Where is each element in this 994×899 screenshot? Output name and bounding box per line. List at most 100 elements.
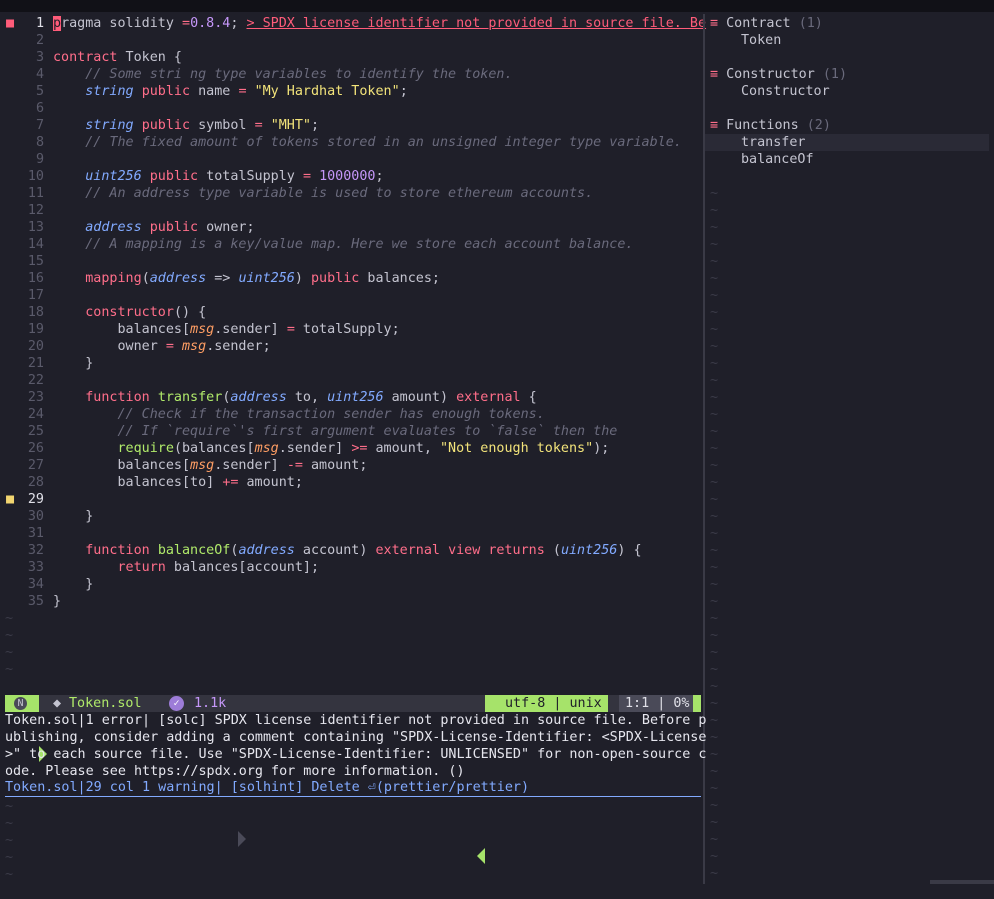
code-text[interactable]: function balanceOf(address account) exte… [53,542,641,559]
code-text[interactable]: address public owner; [53,219,254,236]
line-number: 34 [27,577,44,592]
outline-item[interactable]: Token [705,32,989,49]
list-icon: ≡ [710,67,719,82]
code-text[interactable]: balances[to] += amount; [53,474,302,491]
code-text[interactable]: string public symbol = "MHT"; [53,117,319,134]
empty-line-marker: ~ [710,560,719,575]
outline-item[interactable]: balanceOf [705,151,989,168]
empty-line-marker: ~ [710,458,719,473]
line-number: 1 [35,16,44,31]
code-text[interactable]: // An address type variable is used to s… [53,185,593,202]
error-message-line: ode. Please see https://spdx.org for mor… [5,764,465,779]
line-number: 28 [27,475,44,490]
outline-group-label: Functions [726,118,799,133]
cursor-position: 1:1 | 0% [619,695,696,712]
code-text[interactable]: function transfer(address to, uint256 am… [53,389,537,406]
outline-group-count: (2) [806,118,831,133]
outline-group-header[interactable]: ≡ Functions (2) [710,117,831,134]
code-text[interactable]: require(balances[msg.sender] >= amount, … [53,440,610,457]
message-area: Token.sol|1 error| [solc] SPDX license i… [5,712,707,780]
line-number: 24 [27,407,44,422]
code-text[interactable]: mapping(address => uint256) public balan… [53,270,440,287]
inline-diagnostic: > SPDX license identifier not provided i… [246,16,707,31]
line-number: 16 [27,271,44,286]
line-number: 20 [27,339,44,354]
line-number: 3 [35,50,44,65]
outline-group-header[interactable]: ≡ Constructor (1) [710,66,847,83]
code-text[interactable]: pragma solidity =0.8.4; > SPDX license i… [53,15,706,32]
code-text[interactable]: owner = msg.sender; [53,338,270,355]
list-icon: ≡ [710,16,719,31]
encoding-info: utf-8 | unix [485,695,608,712]
status-filename: Token.sol [69,696,142,711]
code-text[interactable]: contract Token { [53,49,182,66]
code-text[interactable]: balances[msg.sender] = totalSupply; [53,321,399,338]
code-editor[interactable]: ■ 1 pragma solidity =0.8.4; > SPDX license… [0,14,706,882]
outline-group-count: (1) [822,67,848,82]
empty-line-marker: ~ [710,594,719,609]
empty-line-marker: ~ [710,526,719,541]
outline-item[interactable]: transfer [705,134,989,151]
code-text[interactable]: // Check if the transaction sender has e… [53,406,545,423]
error-message-line: >" to each source file. Use "SPDX-Licens… [5,747,707,762]
empty-line-marker: ~ [5,645,14,660]
code-text[interactable]: return balances[account]; [53,559,320,576]
encoding-separator [477,848,485,864]
empty-line-marker: ~ [710,866,719,881]
empty-line-marker: ~ [710,509,719,524]
code-text[interactable]: } [53,593,61,610]
empty-line-marker: ~ [710,271,719,286]
window-top-bar [0,0,994,12]
code-text[interactable]: } [53,355,93,372]
line-number: 9 [35,152,44,167]
empty-line-marker: ~ [710,730,719,745]
code-text[interactable]: // The fixed amount of tokens stored in … [53,134,682,151]
list-icon: ≡ [710,118,719,133]
empty-line-marker: ~ [5,611,14,626]
line-number: 32 [27,543,44,558]
line-number: 7 [35,118,44,133]
code-text[interactable]: // Some stri ng type variables to identi… [53,66,512,83]
empty-line-marker: ~ [710,237,719,252]
code-text[interactable]: } [53,576,93,593]
empty-line-marker: ~ [710,645,719,660]
code-text[interactable]: string public name = "My Hardhat Token"; [53,83,408,100]
empty-line-marker: ~ [710,492,719,507]
line-number: 15 [27,254,44,269]
quickfix-warning[interactable]: Token.sol|29 col 1 warning| [solhint] De… [5,779,701,797]
line-number: 21 [27,356,44,371]
outline-group-header[interactable]: ≡ Contract (1) [710,15,823,32]
error-message-line: Token.sol|1 error| [solc] SPDX license i… [5,713,707,728]
horizontal-scroll-thumb[interactable] [930,880,994,884]
empty-line-marker: ~ [710,577,719,592]
line-number: 22 [27,373,44,388]
line-number: 14 [27,237,44,252]
code-text[interactable]: constructor() { [53,304,206,321]
text-cursor: p [53,16,62,31]
code-text[interactable]: // A mapping is a key/value map. Here we… [53,236,633,253]
code-text[interactable]: balances[msg.sender] -= amount; [53,457,367,474]
empty-line-marker: ~ [710,628,719,643]
code-text[interactable]: uint256 public totalSupply = 1000000; [53,168,383,185]
code-text[interactable]: // If `require`'s first argument evaluat… [53,423,618,440]
mode-indicator: N [5,695,39,712]
empty-line-marker: ~ [710,713,719,728]
line-number: 35 [27,594,44,609]
empty-line-marker: ~ [710,662,719,677]
line-number: 2 [35,33,44,48]
empty-line-marker: ~ [710,696,719,711]
code-text[interactable]: } [53,508,93,525]
line-number: 19 [27,322,44,337]
line-number: 29 [27,492,44,507]
line-number: 27 [27,458,44,473]
line-number: 17 [27,288,44,303]
outline-item[interactable]: Constructor [705,83,989,100]
empty-line-marker: ~ [710,424,719,439]
outline-group-count: (1) [798,16,823,31]
outline-group-label: Constructor [726,67,815,82]
line-number: 6 [35,101,44,116]
line-number: 5 [35,84,44,99]
line-number: 30 [27,509,44,524]
empty-line-marker: ~ [710,849,719,864]
empty-line-marker: ~ [710,390,719,405]
